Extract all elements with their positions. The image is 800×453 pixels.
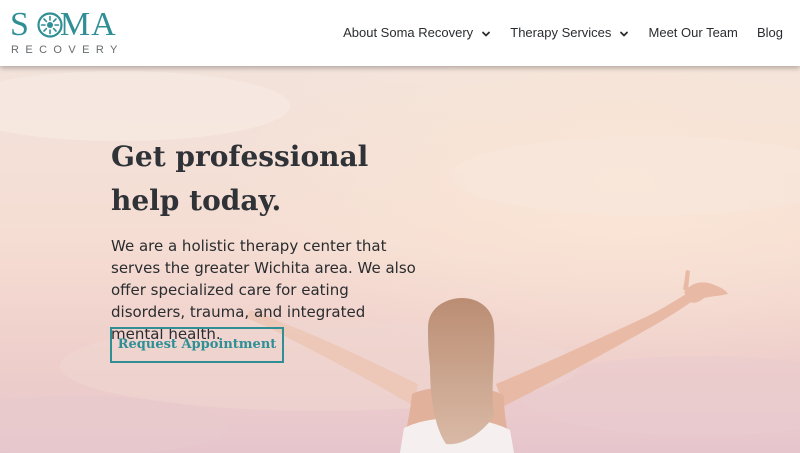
logo-letter-s: S	[10, 6, 30, 43]
hero-title: Get professional help today.	[111, 135, 401, 223]
main-nav: About Soma Recovery Therapy Services Mee…	[329, 24, 783, 42]
nav-item-about[interactable]: About Soma Recovery	[343, 24, 491, 42]
sun-flower-icon	[37, 12, 63, 38]
site-logo[interactable]: S MA RECOVERY	[10, 8, 125, 57]
chevron-down-icon	[482, 31, 491, 36]
nav-item-label: About Soma Recovery	[343, 25, 474, 40]
hero-section: Get professional help today. We are a hol…	[0, 66, 800, 453]
request-appointment-button[interactable]: Request Appointment	[110, 327, 284, 363]
chevron-down-icon	[620, 31, 629, 36]
nav-item-therapy-services[interactable]: Therapy Services	[510, 24, 629, 42]
site-header: S MA RECOVERY About Soma Recovery Therapy…	[0, 0, 800, 66]
hero-title-line1: Get professional	[111, 140, 369, 173]
logo-subtitle: RECOVERY	[11, 44, 124, 56]
nav-item-blog[interactable]: Blog	[757, 24, 783, 42]
logo-letters-ma: MA	[59, 6, 117, 43]
nav-item-label: Meet Our Team	[648, 25, 738, 40]
logo-wordmark: S MA	[10, 8, 117, 42]
nav-item-label: Blog	[756, 25, 783, 40]
nav-item-label: Therapy Services	[510, 25, 612, 40]
nav-item-meet-our-team[interactable]: Meet Our Team	[649, 24, 738, 42]
hero-title-line2: help today.	[111, 184, 282, 217]
